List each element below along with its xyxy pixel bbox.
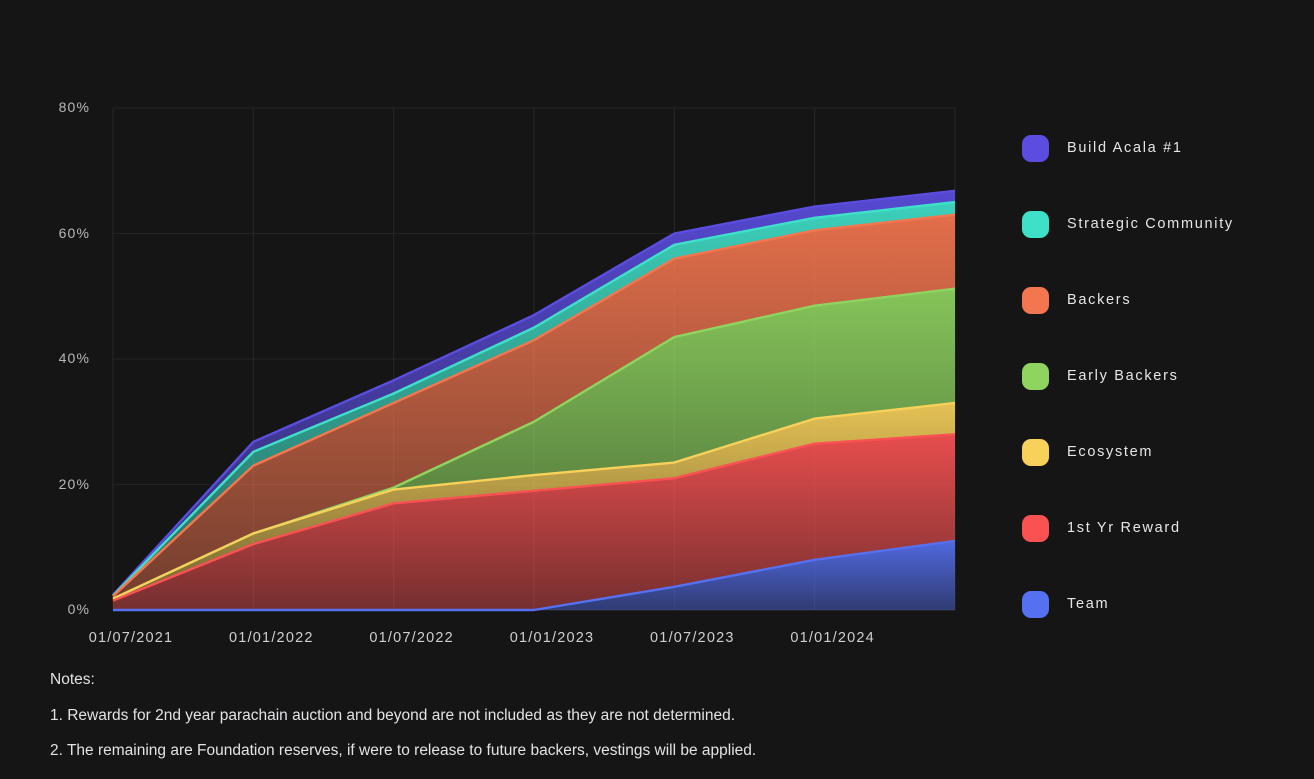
legend-item[interactable]: Team: [1022, 566, 1307, 642]
legend-swatch-icon: [1022, 210, 1049, 238]
legend-swatch-icon: [1022, 362, 1049, 390]
legend-item-label: Build Acala #1: [1067, 140, 1183, 156]
legend-item-label: Ecosystem: [1067, 444, 1154, 460]
y-axis-tick-label: 20%: [58, 475, 90, 492]
x-axis-tick-label: 01/01/2024: [790, 630, 875, 646]
legend-item[interactable]: Strategic Community: [1022, 186, 1307, 262]
stacked-area-chart: 80% 60% 40% 20% 0% 01/07/2021 01/01/2022 01/07…: [0, 0, 1000, 670]
chart-page: 80% 60% 40% 20% 0% 01/07/2021 01/01/2022 01/07…: [0, 0, 1314, 779]
note-line-2: 2. The remaining are Foundation reserves…: [50, 742, 757, 759]
legend-swatch-icon: [1022, 286, 1049, 314]
legend-item-label: 1st Yr Reward: [1067, 520, 1181, 536]
legend-swatch-icon: [1022, 134, 1049, 162]
x-axis-tick-label: 01/07/2021: [88, 630, 174, 646]
x-axis-tick-label: 01/07/2022: [369, 630, 454, 646]
legend-item[interactable]: 1st Yr Reward: [1022, 490, 1307, 566]
legend-item[interactable]: Early Backers: [1022, 338, 1307, 414]
legend-item-label: Backers: [1067, 292, 1132, 308]
y-axis-tick-label: 80%: [58, 99, 90, 115]
legend-item-label: Team: [1067, 596, 1110, 612]
notes-heading: Notes:: [50, 671, 95, 688]
x-axis-tick-label: 01/07/2023: [650, 630, 735, 646]
legend-item[interactable]: Backers: [1022, 262, 1307, 338]
legend-item[interactable]: Build Acala #1: [1022, 110, 1307, 186]
legend-item-label: Early Backers: [1067, 368, 1179, 384]
legend-item[interactable]: Ecosystem: [1022, 414, 1307, 490]
legend-swatch-icon: [1022, 514, 1049, 542]
legend-swatch-icon: [1022, 438, 1049, 466]
y-axis-tick-label: 60%: [58, 224, 90, 241]
notes-section: Notes: 1. Rewards for 2nd year parachain…: [50, 672, 1050, 779]
plot-canvas: [112, 107, 956, 612]
x-axis-tick-label: 01/01/2022: [229, 630, 314, 646]
legend-item-label: Strategic Community: [1067, 216, 1234, 232]
chart-legend: Build Acala #1 Strategic Community Backers…: [1022, 110, 1307, 642]
legend-swatch-icon: [1022, 590, 1049, 618]
note-line-1: 1. Rewards for 2nd year parachain auctio…: [50, 706, 736, 724]
x-axis-tick-label: 01/01/2023: [509, 630, 595, 646]
y-axis-tick-label: 40%: [58, 350, 90, 366]
y-axis-tick-label: 0%: [67, 601, 90, 617]
